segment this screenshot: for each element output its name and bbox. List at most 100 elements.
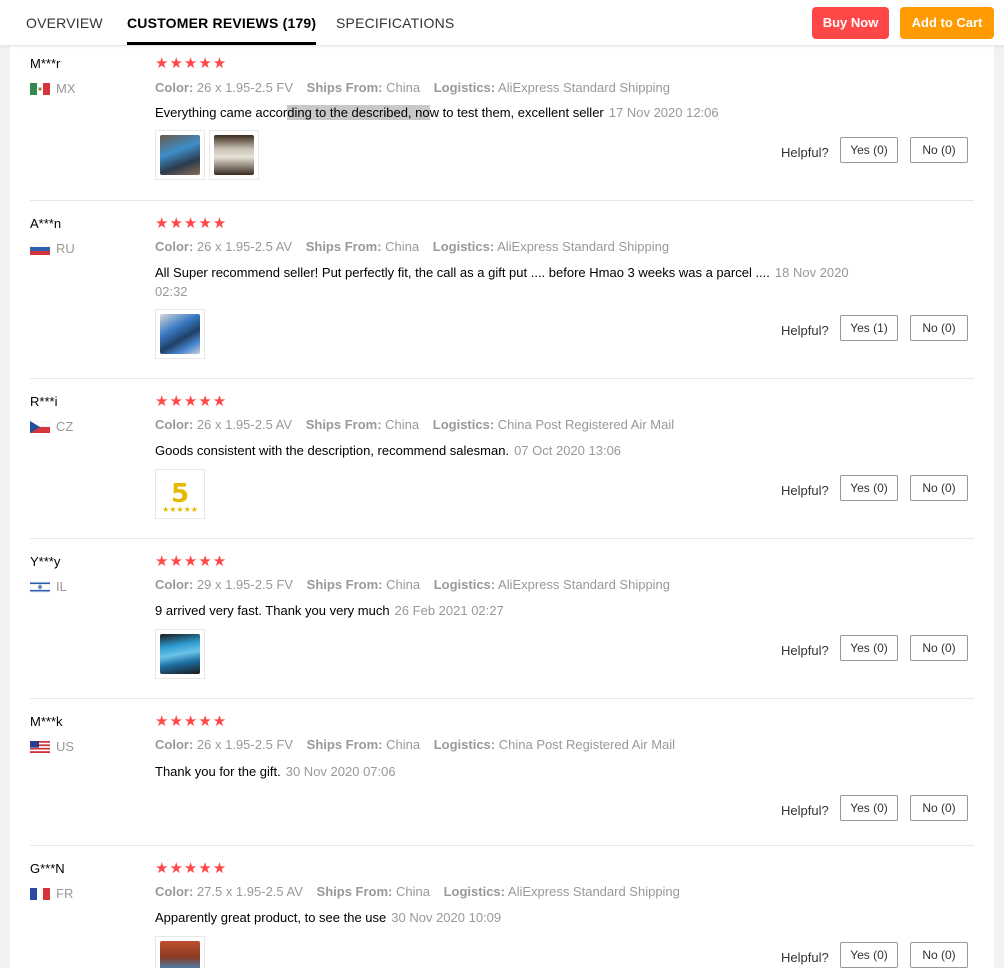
review-photo-thumbnail[interactable]	[155, 629, 205, 679]
ships-from-label: Ships From:	[316, 884, 393, 899]
star-rating: ★★★★★	[155, 393, 228, 410]
review-photo-thumbnail[interactable]: 5 ★★★★★	[155, 469, 205, 519]
review-attributes: Color: 29 x 1.95-2.5 FV Ships From: Chin…	[155, 577, 680, 592]
review-date: 30 Nov 2020 07:06	[285, 764, 396, 779]
review-text: All Super recommend seller! Put perfectl…	[155, 265, 849, 299]
ships-from-label: Ships From:	[306, 577, 383, 592]
review-date: 30 Nov 2020 10:09	[391, 910, 502, 925]
helpful-label: Helpful?	[781, 323, 829, 338]
logistics-value: AliExpress Standard Shipping	[498, 80, 671, 95]
reviewer-name: Y***y	[30, 554, 61, 569]
helpful-label: Helpful?	[781, 643, 829, 658]
ships-from-label: Ships From:	[306, 737, 383, 752]
logistics-label: Logistics:	[443, 884, 505, 899]
star-rating: ★★★★★	[155, 553, 228, 570]
reviewer-name: M***k	[30, 714, 63, 729]
buy-now-button[interactable]: Buy Now	[812, 7, 889, 39]
review-text: Thank you for the gift. 30 Nov 2020 07:06	[155, 764, 396, 779]
helpful-yes-button[interactable]: Yes (0)	[840, 635, 898, 661]
color-value: 27.5 x 1.95-2.5 AV	[196, 884, 303, 899]
review-attributes: Color: 26 x 1.95-2.5 FV Ships From: Chin…	[155, 737, 685, 752]
logistics-label: Logistics:	[433, 80, 496, 95]
ships-from-value: China	[385, 239, 420, 254]
review-text: 9 arrived very fast. Thank you very much…	[155, 603, 504, 618]
tab-customer-reviews[interactable]: CUSTOMER REVIEWS (179)	[127, 0, 317, 46]
review-text: Apparently great product, to see the use…	[155, 910, 502, 925]
color-label: Color:	[155, 577, 194, 592]
logistics-value: AliExpress Standard Shipping	[497, 239, 670, 254]
helpful-no-button[interactable]: No (0)	[910, 137, 968, 163]
helpful-yes-button[interactable]: Yes (0)	[840, 942, 898, 968]
color-value: 26 x 1.95-2.5 AV	[196, 417, 293, 432]
review-photo-thumbnail[interactable]	[155, 309, 205, 359]
review-item: M***r MX ★★★★★ Color: 26 x 1.95-2.5 FV S…	[30, 46, 974, 201]
ships-from-label: Ships From:	[305, 417, 382, 432]
review-item: M***k US ★★★★★ Color: 26 x 1.95-2.5 FV S…	[30, 699, 974, 846]
logistics-label: Logistics:	[432, 239, 495, 254]
logistics-value: AliExpress Standard Shipping	[507, 884, 680, 899]
helpful-yes-button[interactable]: Yes (1)	[840, 315, 898, 341]
logistics-value: China Post Registered Air Mail	[498, 737, 676, 752]
color-label: Color:	[155, 884, 194, 899]
reviewer-country: IL	[30, 579, 67, 594]
reviewer-name: M***r	[30, 56, 61, 71]
israel-flag-icon	[30, 580, 50, 593]
country-code: IL	[56, 579, 67, 594]
ships-from-value: China	[385, 417, 420, 432]
review-attributes: Color: 26 x 1.95-2.5 AV Ships From: Chin…	[155, 417, 684, 432]
product-tab-bar: OVERVIEW CUSTOMER REVIEWS (179) SPECIFIC…	[0, 0, 1004, 46]
country-code: FR	[56, 886, 74, 901]
helpful-no-button[interactable]: No (0)	[910, 942, 968, 968]
usa-flag-icon	[30, 740, 50, 753]
reviewer-name: G***N	[30, 861, 65, 876]
helpful-yes-button[interactable]: Yes (0)	[840, 137, 898, 163]
reviewer-country: FR	[30, 886, 73, 901]
logistics-label: Logistics:	[432, 417, 495, 432]
color-label: Color:	[155, 80, 194, 95]
logistics-label: Logistics:	[433, 737, 496, 752]
helpful-no-button[interactable]: No (0)	[910, 795, 968, 821]
helpful-no-button[interactable]: No (0)	[910, 475, 968, 501]
france-flag-icon	[30, 887, 50, 900]
color-value: 26 x 1.95-2.5 FV	[196, 737, 294, 752]
review-item: Y***y IL ★★★★★ Color: 29 x 1.95-2.5 FV S…	[30, 539, 974, 699]
review-attributes: Color: 26 x 1.95-2.5 FV Ships From: Chin…	[155, 80, 680, 95]
reviewer-country: US	[30, 739, 74, 754]
helpful-no-button[interactable]: No (0)	[910, 635, 968, 661]
color-label: Color:	[155, 737, 194, 752]
review-photo-thumbnail[interactable]	[155, 936, 205, 968]
helpful-label: Helpful?	[781, 950, 829, 965]
helpful-no-button[interactable]: No (0)	[910, 315, 968, 341]
tab-specifications[interactable]: SPECIFICATIONS	[336, 0, 454, 46]
helpful-yes-button[interactable]: Yes (0)	[840, 475, 898, 501]
review-text: Goods consistent with the description, r…	[155, 443, 622, 458]
reviewer-country: MX	[30, 81, 76, 96]
ships-from-label: Ships From:	[306, 80, 383, 95]
tab-overview[interactable]: OVERVIEW	[26, 0, 103, 46]
star-rating: ★★★★★	[155, 860, 228, 877]
review-date: 17 Nov 2020 12:06	[608, 105, 719, 120]
color-value: 26 x 1.95-2.5 FV	[196, 80, 294, 95]
country-code: US	[56, 739, 75, 754]
star-rating: ★★★★★	[155, 55, 228, 72]
color-label: Color:	[155, 239, 194, 254]
review-photos	[155, 936, 205, 968]
review-photo-thumbnail[interactable]	[209, 130, 259, 180]
add-to-cart-button[interactable]: Add to Cart	[900, 7, 994, 39]
star-rating: ★★★★★	[155, 713, 228, 730]
ships-from-label: Ships From:	[305, 239, 382, 254]
ships-from-value: China	[386, 80, 421, 95]
review-date: 26 Feb 2021 02:27	[394, 603, 504, 618]
review-date: 07 Oct 2020 13:06	[514, 443, 622, 458]
color-value: 26 x 1.95-2.5 AV	[196, 239, 293, 254]
ships-from-value: China	[396, 884, 430, 899]
review-photos	[155, 309, 205, 359]
review-item: G***N FR ★★★★★ Color: 27.5 x 1.95-2.5 AV…	[30, 846, 974, 968]
star-rating: ★★★★★	[155, 215, 228, 232]
review-photos: 5 ★★★★★	[155, 469, 205, 519]
color-value: 29 x 1.95-2.5 FV	[196, 577, 294, 592]
review-photos	[155, 130, 259, 180]
review-item: A***n RU ★★★★★ Color: 26 x 1.95-2.5 AV S…	[30, 201, 974, 379]
review-photo-thumbnail[interactable]	[155, 130, 205, 180]
helpful-yes-button[interactable]: Yes (0)	[840, 795, 898, 821]
